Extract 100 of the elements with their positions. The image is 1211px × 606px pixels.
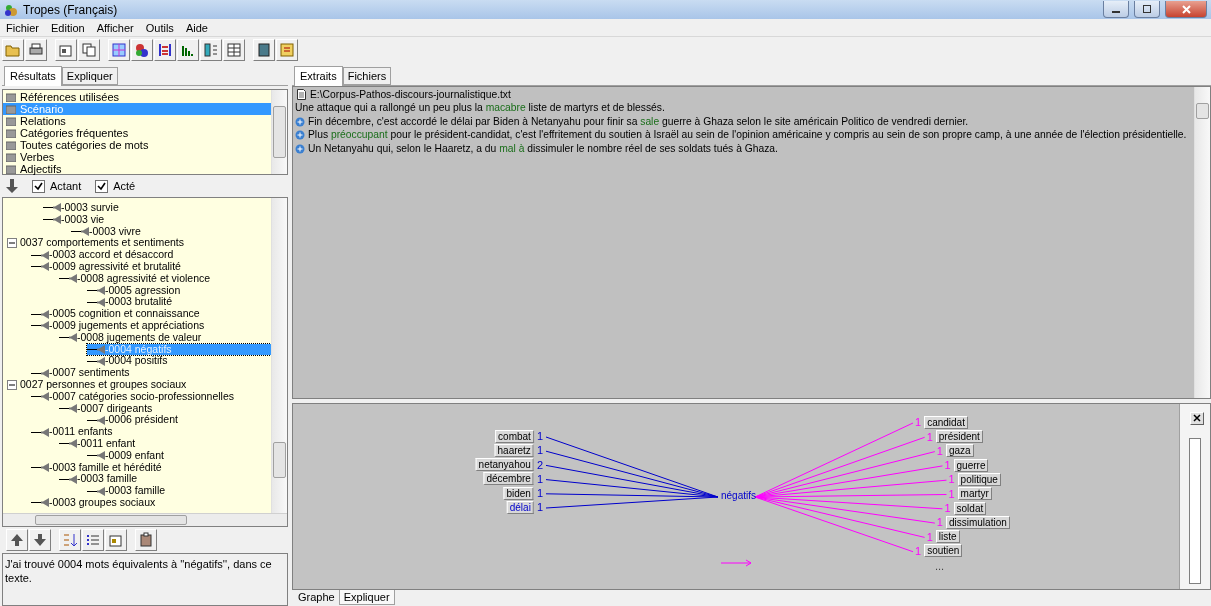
list-item[interactable]: Toutes catégories de mots (3, 139, 271, 151)
tree-item[interactable]: -0003 brutalité (87, 296, 271, 309)
tab[interactable]: Expliquer (338, 590, 395, 606)
toolbar-button[interactable] (55, 39, 77, 61)
menu-item[interactable]: Outils (145, 21, 174, 34)
toolbar-button[interactable] (131, 39, 153, 61)
scrollbar[interactable] (271, 90, 287, 174)
word-label[interactable]: martyr (957, 487, 992, 501)
tree-item[interactable]: -0011 enfant (59, 437, 271, 450)
tree-item[interactable]: -0006 président (87, 414, 271, 427)
tree-item[interactable]: -0007 catégories socio-professionnelles (31, 390, 271, 403)
close-icon (1181, 4, 1191, 14)
word-label[interactable]: président (935, 430, 983, 444)
list-item[interactable]: Verbes (3, 151, 271, 163)
tree-item[interactable]: -0003 vivre (71, 225, 271, 238)
tree-item[interactable]: -0007 dirigeants (59, 402, 271, 415)
tree-item[interactable]: -0009 enfant (87, 449, 271, 462)
tool-button[interactable] (59, 529, 81, 551)
word-label[interactable]: soldat (953, 501, 987, 515)
word-label[interactable]: netanyahou (475, 458, 534, 472)
menu-item[interactable]: Afficher (96, 21, 134, 34)
menu-item[interactable]: Aide (185, 21, 208, 34)
speaker-icon (69, 474, 77, 484)
tree-item[interactable]: -0005 cognition et connaissance (31, 308, 271, 320)
tree-item[interactable]: -0003 groupes sociaux (31, 496, 271, 509)
list-item[interactable]: Adjectifs (3, 163, 271, 175)
tree-item[interactable]: 0027 personnes et groupes sociaux (3, 378, 271, 391)
word-label[interactable]: haaretz (494, 443, 534, 457)
count-label: 1 (944, 459, 951, 472)
tab[interactable]: Expliquer (61, 67, 118, 85)
tree-item[interactable]: 0037 comportements et sentiments (3, 237, 271, 250)
toolbar-button[interactable] (276, 39, 298, 61)
extract-line: Un Netanyahu qui, selon le Haaretz, a du mal à dissimuler le nombre réel de ses soldats tués à Ghaza. (308, 141, 778, 156)
word-label[interactable]: liste (935, 530, 960, 544)
speaker-icon (69, 403, 77, 413)
count-label: 2 (536, 458, 543, 471)
checkbox[interactable]: Actant (32, 179, 82, 193)
tree-item[interactable]: -0003 survie (43, 202, 271, 214)
tree-item[interactable]: -0003 famille (87, 485, 271, 497)
tool-button[interactable] (105, 529, 127, 551)
tab[interactable]: Fichiers (342, 66, 392, 85)
tree-item[interactable]: -0008 agressivité et violence (59, 272, 271, 285)
list-item[interactable]: Relations (3, 115, 271, 127)
menu-item[interactable]: Edition (51, 21, 85, 34)
toolbar-button[interactable] (2, 39, 24, 61)
zoom-slider[interactable] (1189, 437, 1201, 584)
tree-item[interactable]: -0007 sentiments (31, 367, 271, 379)
tool-button[interactable] (135, 529, 157, 551)
down-arrow-icon (6, 179, 18, 193)
word-label[interactable]: décembre (483, 472, 534, 486)
menu-item[interactable]: Fichier (6, 21, 39, 34)
tool-button[interactable] (6, 529, 28, 551)
speaker-icon (41, 392, 49, 402)
toolbar-button[interactable] (78, 39, 100, 61)
count-label: 1 (536, 487, 543, 500)
center-word[interactable]: négatifs (721, 489, 757, 501)
tree-item[interactable]: -0003 famille (59, 473, 271, 486)
word-label[interactable]: combat (495, 429, 534, 443)
tool-button[interactable] (29, 529, 51, 551)
toolbar-button[interactable] (223, 39, 245, 61)
word-label[interactable]: biden (503, 486, 534, 500)
tree-item[interactable]: -0009 jugements et appréciations (31, 319, 271, 332)
tree-item[interactable]: -0003 vie (43, 213, 271, 226)
toolbar-button[interactable] (25, 39, 47, 61)
tree-item[interactable]: -0009 agressivité et brutalité (31, 261, 271, 273)
tree-item[interactable]: -0003 accord et désaccord (31, 249, 271, 261)
tree-item[interactable]: -0011 enfants (31, 426, 271, 438)
checkbox[interactable]: Acté (95, 179, 136, 193)
count-label: 1 (944, 502, 951, 515)
toolbar-button[interactable] (177, 39, 199, 61)
tool-button[interactable] (82, 529, 104, 551)
plus-circle-icon (295, 130, 305, 141)
list-item[interactable]: Références utilisées (3, 91, 271, 103)
maximize-button[interactable] (1134, 1, 1160, 18)
word-label[interactable]: soutien (924, 544, 963, 558)
columns-icon (203, 42, 219, 58)
tab[interactable]: Extraits (294, 65, 343, 86)
collapse-icon[interactable] (7, 379, 17, 390)
tab[interactable]: Résultats (4, 66, 62, 86)
extract-line: Fin décembre, c'est accordé le délai par Biden à Netanyahu pour finir sa sale guerre à Ghaza selon le site américain Politico de vendredi dernier. (308, 114, 969, 129)
word-label[interactable]: gaza (945, 444, 974, 458)
scrollbar[interactable] (271, 198, 287, 513)
collapse-icon[interactable] (7, 238, 17, 249)
toolbar-button[interactable] (200, 39, 222, 61)
word-label[interactable]: dissimulation (945, 515, 1010, 529)
tree-item[interactable]: -0003 famille et hérédité (31, 461, 271, 474)
tree-item[interactable]: -0008 jugements de valeur (59, 331, 271, 344)
word-label[interactable]: guerre (953, 458, 989, 472)
minimize-button[interactable] (1103, 1, 1129, 18)
scrollbar[interactable] (1194, 86, 1210, 398)
toolbar-button[interactable] (108, 39, 130, 61)
word-label[interactable]: politique (957, 472, 1001, 486)
horizontal-scrollbar[interactable] (3, 513, 287, 526)
tree-item[interactable]: -0005 agression (87, 284, 271, 297)
toolbar-button[interactable] (154, 39, 176, 61)
list-item[interactable]: Catégories fréquentes (3, 127, 271, 139)
tree-item[interactable]: -0004 positifs (87, 355, 271, 368)
word-label[interactable]: candidat (924, 415, 968, 429)
word-label[interactable]: délai (506, 500, 534, 514)
toolbar-button[interactable] (253, 39, 275, 61)
